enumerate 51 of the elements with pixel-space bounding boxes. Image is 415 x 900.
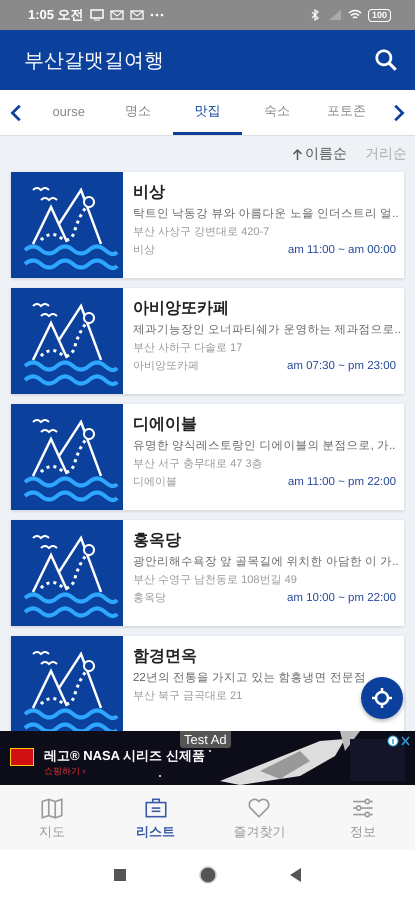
ad-link[interactable]: 쇼핑하기 › (44, 765, 86, 778)
arrow-up-icon (292, 148, 303, 160)
wifi-icon (348, 9, 362, 21)
place-card[interactable]: 디에이블 유명한 양식레스토랑인 디에이블의 분점으로, 가.. 부산 서구 충무대로 47 3층 디에이블 am 11:00 ~ pm 22:00 (11, 404, 404, 510)
ad-banner[interactable]: 레고® NASA 시리즈 신제품 쇼핑하기 › Test Ad (0, 731, 415, 785)
mail-icon (110, 9, 124, 21)
ad-badge: Test Ad (180, 731, 231, 748)
category-tab[interactable]: ourse (34, 90, 104, 135)
opening-hours: am 11:00 ~ pm 22:00 (288, 476, 396, 488)
opening-hours: am 10:00 ~ pm 22:00 (286, 592, 396, 604)
ad-close-icon[interactable] (387, 735, 411, 747)
place-label: 비상 (133, 243, 155, 257)
place-name: 디에이블 (133, 415, 197, 435)
screen-icon (90, 9, 104, 21)
place-address: 부산 수영구 남천동로 108번길 49 (133, 573, 297, 587)
place-description: 22년의 전통을 가지고 있는 함흥냉면 전문점 (133, 671, 366, 685)
place-description: 탁트인 낙동강 뷰와 아름다운 노을 인더스트리 얼.. (133, 207, 399, 221)
place-card[interactable]: 비상 탁트인 낙동강 뷰와 아름다운 노을 인더스트리 얼.. 부산 사상구 강변대로 420-7 비상 am 11:00 ~ am 00:00 (11, 172, 404, 278)
mail-icon (130, 9, 144, 21)
search-icon[interactable] (373, 47, 399, 73)
place-description: 유명한 양식레스토랑인 디에이블의 분점으로, 가.. (133, 439, 396, 453)
app-title: 부산갈맷길여행 (24, 48, 165, 74)
place-label: 홍옥당 (133, 591, 166, 605)
place-label: 디에이블 (133, 475, 177, 489)
place-address: 부산 서구 충무대로 47 3층 (133, 457, 263, 471)
place-description: 광안리해수욕장 앞 골목길에 위치한 아담한 이 가.. (133, 555, 399, 569)
place-card[interactable]: 아비앙또카페 제과기능장인 오너파티쉐가 운영하는 제과점으로.. 부산 사하구 다솔로 17 아비앙또카페 am 07:30 ~ pm 23:00 (11, 288, 404, 394)
battery-level: 100 (368, 8, 391, 22)
place-label: 아비앙또카페 (133, 359, 199, 373)
place-name: 홍옥당 (133, 531, 181, 551)
signal-icon (328, 9, 342, 21)
place-address: 부산 사하구 다솔로 17 (133, 341, 242, 355)
place-description: 제과기능장인 오너파티쉐가 운영하는 제과점으로.. (133, 323, 401, 337)
opening-hours: am 11:00 ~ am 00:00 (288, 244, 396, 256)
ad-headline: 레고® NASA 시리즈 신제품 (44, 747, 205, 765)
place-address: 부산 사상구 강변대로 420-7 (133, 225, 270, 239)
place-card[interactable]: 함경면옥 22년의 전통을 가지고 있는 함흥냉면 전문점 부산 북구 금곡대로 21 (11, 636, 404, 731)
sort-option[interactable]: 이름순 (292, 145, 347, 163)
category-tab[interactable]: 숙소 (242, 90, 312, 135)
place-name: 함경면옥 (133, 647, 197, 667)
place-card[interactable]: 홍옥당 광안리해수욕장 앞 골목길에 위치한 아담한 이 가.. 부산 수영구 남천동로 108번길 49 홍옥당 am 10:00 ~ pm 22:00 (11, 520, 404, 626)
home-button[interactable] (198, 866, 216, 884)
place-name: 아비앙또카페 (133, 299, 229, 319)
category-tab[interactable]: 포토존 (312, 90, 382, 135)
place-address: 부산 북구 금곡대로 21 (133, 689, 242, 703)
opening-hours: am 07:30 ~ pm 23:00 (286, 360, 396, 372)
nav-tab[interactable]: 리스트 (104, 785, 208, 850)
status-time: 1:05 오전 (28, 6, 84, 24)
place-name: 비상 (133, 183, 165, 203)
category-tab[interactable]: 명소 (103, 90, 173, 135)
crosshair-icon (370, 686, 394, 710)
